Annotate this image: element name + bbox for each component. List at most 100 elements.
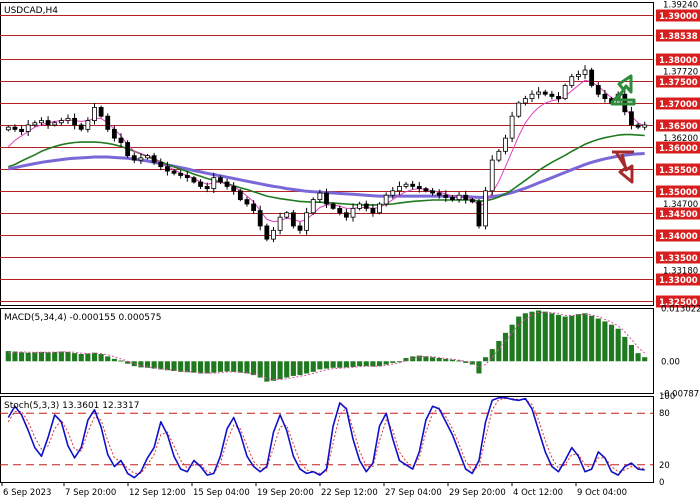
candle-body bbox=[85, 120, 91, 130]
macd-bar bbox=[284, 361, 290, 378]
macd-bar bbox=[529, 311, 535, 362]
macd-bar bbox=[231, 361, 237, 372]
macd-bar bbox=[509, 324, 515, 362]
candle-body bbox=[562, 85, 568, 100]
macd-bar bbox=[423, 356, 429, 362]
candle-body bbox=[72, 117, 78, 126]
candle-body bbox=[244, 199, 250, 205]
level-label: 1.35000 bbox=[659, 188, 698, 198]
chart-root: 1.392401.377201.362001.347001.339701.331… bbox=[0, 0, 700, 500]
candle-body bbox=[105, 115, 111, 130]
macd-bar bbox=[337, 361, 343, 368]
level-label: 1.39000 bbox=[659, 12, 698, 22]
candle-body bbox=[516, 102, 522, 117]
macd-bar bbox=[197, 361, 204, 374]
candle-body bbox=[324, 192, 329, 205]
candle-body bbox=[98, 106, 104, 117]
macd-bar bbox=[549, 313, 555, 362]
macd-bar bbox=[317, 361, 323, 370]
candle-body bbox=[503, 137, 508, 152]
candle-body bbox=[111, 128, 117, 139]
macd-bar bbox=[25, 352, 31, 362]
price-axis-tick: 1.39240 bbox=[663, 1, 698, 11]
macd-bar bbox=[456, 360, 462, 362]
macd-bar bbox=[536, 310, 542, 362]
time-axis-label: 15 Sep 04:00 bbox=[193, 488, 250, 498]
macd-bar bbox=[436, 358, 442, 362]
macd-bar bbox=[635, 353, 641, 362]
candle-body bbox=[25, 124, 31, 132]
time-axis-label: 6 Sep 2023 bbox=[3, 488, 51, 498]
candle-body bbox=[542, 91, 548, 95]
candle-body bbox=[489, 159, 495, 192]
candle-body bbox=[204, 186, 210, 190]
macd-bar bbox=[562, 316, 568, 362]
macd-bar bbox=[178, 361, 184, 372]
bullish-arrow-icon bbox=[610, 74, 636, 106]
macd-axis-tick: 0.00 bbox=[661, 357, 680, 367]
macd-bar bbox=[390, 361, 396, 363]
candle-body bbox=[171, 170, 177, 174]
candle-body bbox=[257, 210, 263, 227]
candle-body bbox=[377, 203, 382, 214]
candle-body bbox=[271, 229, 276, 240]
macd-bar bbox=[502, 332, 509, 362]
macd-bar bbox=[52, 351, 58, 362]
level-label: 1.33000 bbox=[659, 276, 698, 286]
stoch-axis-tick: 20 bbox=[659, 461, 670, 471]
candle-body bbox=[463, 194, 469, 201]
macd-bar bbox=[595, 318, 601, 362]
macd-bar bbox=[290, 361, 296, 376]
macd-bar bbox=[224, 361, 230, 372]
candle-body bbox=[469, 199, 475, 203]
stoch-axis-tick: 100 bbox=[659, 392, 675, 402]
macd-bar bbox=[343, 361, 349, 368]
macd-bar bbox=[357, 361, 363, 367]
candle-body bbox=[39, 120, 44, 124]
candle-body bbox=[290, 212, 296, 227]
candle-body bbox=[390, 190, 396, 196]
candle-body bbox=[496, 150, 502, 161]
candle-body bbox=[145, 155, 150, 159]
macd-bar bbox=[85, 353, 91, 362]
macd-bar bbox=[118, 360, 124, 362]
macd-bar bbox=[164, 361, 170, 371]
candle-body bbox=[165, 166, 170, 172]
chart-canvas: 1.392401.377201.362001.347001.339701.331… bbox=[0, 1, 700, 498]
macd-bar bbox=[72, 353, 78, 362]
macd-bar bbox=[184, 361, 190, 373]
level-label: 1.34000 bbox=[659, 232, 698, 242]
macd-bar bbox=[443, 358, 449, 362]
level-label: 1.37500 bbox=[659, 78, 698, 88]
macd-bar bbox=[32, 352, 38, 362]
macd-bar bbox=[628, 345, 634, 362]
candle-body bbox=[330, 203, 336, 209]
candle-body bbox=[264, 225, 270, 240]
candle-body bbox=[78, 124, 84, 130]
candle-body bbox=[65, 117, 71, 121]
macd-axis-tick: 0.013022 bbox=[661, 304, 700, 314]
candle-body bbox=[218, 177, 223, 183]
candle-body bbox=[549, 93, 555, 97]
candle-body bbox=[635, 124, 641, 128]
stoch-axis-tick: 0 bbox=[659, 478, 664, 488]
candle-body bbox=[19, 128, 24, 132]
macd-bar bbox=[350, 361, 356, 367]
level-label: 1.33500 bbox=[659, 254, 698, 264]
macd-bar bbox=[496, 340, 502, 362]
stoch-axis-tick: 80 bbox=[659, 409, 670, 419]
macd-bar bbox=[78, 353, 84, 362]
time-axis-label: 7 Sep 20:00 bbox=[65, 488, 116, 498]
macd-bar bbox=[65, 351, 71, 362]
candle-body bbox=[602, 93, 608, 100]
macd-bar bbox=[555, 314, 562, 362]
macd-bar bbox=[542, 311, 548, 362]
candle-body bbox=[138, 157, 144, 161]
candle-body bbox=[589, 69, 595, 86]
candle-body bbox=[416, 186, 422, 190]
candle-body bbox=[131, 155, 137, 161]
level-label: 1.35500 bbox=[659, 166, 698, 176]
macd-bar bbox=[608, 324, 615, 362]
macd-bar bbox=[204, 361, 210, 374]
macd-bar bbox=[98, 353, 104, 362]
